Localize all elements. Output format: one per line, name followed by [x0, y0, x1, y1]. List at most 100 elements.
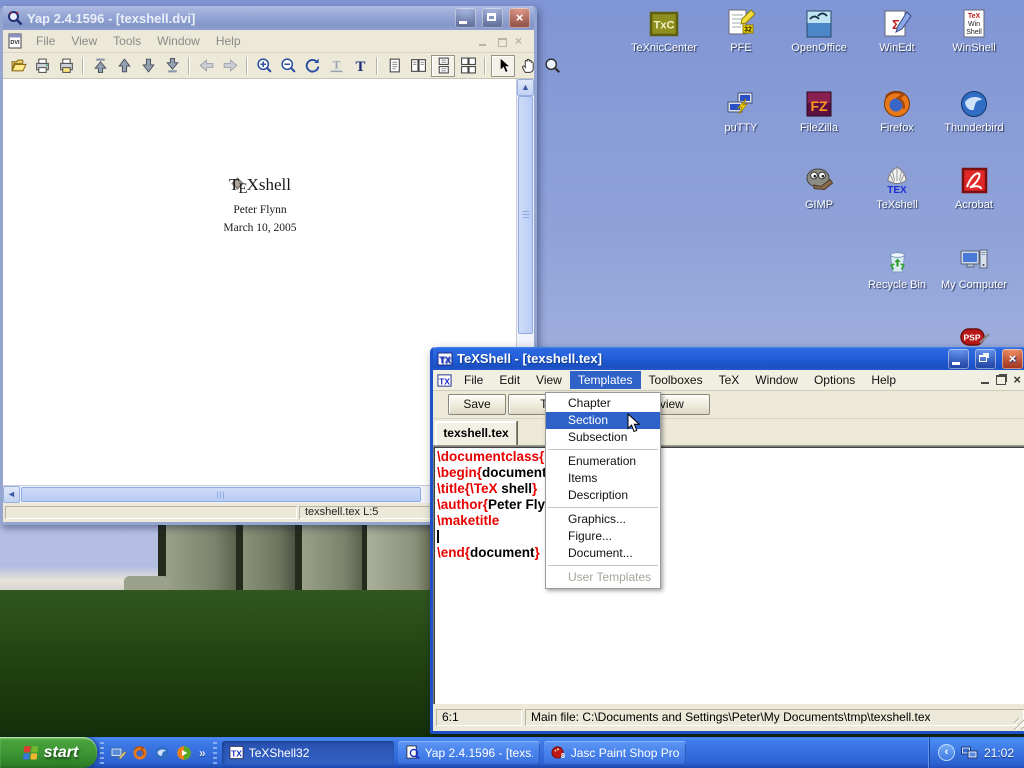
media-player-icon[interactable] — [173, 742, 195, 764]
mdi-restore-icon[interactable] — [996, 375, 1006, 385]
save-button[interactable]: Save — [448, 394, 506, 415]
network-tray-icon[interactable] — [961, 745, 978, 760]
desktop-icon-recyclebin[interactable]: Recycle Bin — [859, 245, 935, 291]
mdi-minimize-icon[interactable] — [981, 382, 989, 384]
texshell-menu-tex[interactable]: TeX — [711, 371, 748, 389]
desktop-icon-label: TeXshell — [859, 199, 935, 211]
texshell-menu-edit[interactable]: Edit — [491, 371, 528, 389]
desktop-icon-texshell[interactable]: TEXTeXshell — [859, 165, 935, 211]
menu-item-enumeration[interactable]: Enumeration — [546, 453, 660, 470]
mdi-restore-icon[interactable] — [496, 36, 509, 47]
menu-item-chapter[interactable]: Chapter — [546, 395, 660, 412]
texshell-doc-icon[interactable]: TX — [437, 373, 452, 387]
quicklaunch-overflow-chevron[interactable]: » — [195, 746, 210, 760]
forward-icon[interactable] — [219, 55, 241, 77]
desktop-icon-thunderbird[interactable]: Thunderbird — [936, 88, 1012, 134]
desktop-icon-winshell[interactable]: TeXWinShellWinShell — [936, 8, 1012, 54]
taskband-handle[interactable] — [213, 742, 217, 764]
start-button[interactable]: start — [0, 737, 97, 768]
texshell-mdi-controls[interactable]: × — [981, 373, 1024, 387]
desktop-icon-gimp[interactable]: GIMP — [781, 165, 857, 211]
menu-item-subsection[interactable]: Subsection — [546, 429, 660, 446]
scroll-left-button[interactable]: ◄ — [3, 486, 20, 503]
zoom-out-icon[interactable] — [277, 55, 299, 77]
texshell-menu-window[interactable]: Window — [747, 371, 806, 389]
thunderbird-quicklaunch-icon[interactable] — [151, 742, 173, 764]
continuous-facing-icon[interactable] — [457, 55, 479, 77]
maximize-button[interactable] — [482, 8, 503, 28]
back-icon[interactable] — [195, 55, 217, 77]
yap-mdi-controls[interactable]: × — [477, 36, 530, 47]
tab-texshell-tex[interactable]: texshell.tex — [435, 421, 517, 445]
last-page-icon[interactable] — [161, 55, 183, 77]
scrollbar-thumb[interactable] — [21, 487, 421, 502]
dvi-doc-icon[interactable]: DVI — [7, 33, 23, 49]
mdi-close-icon[interactable]: × — [515, 36, 528, 47]
first-page-icon[interactable] — [89, 55, 111, 77]
continuous-page-icon[interactable] — [431, 55, 455, 77]
desktop-icon-filezilla[interactable]: FZFileZilla — [781, 88, 857, 134]
texshell-menu-file[interactable]: File — [456, 371, 491, 389]
menu-item-description[interactable]: Description — [546, 487, 660, 504]
close-button[interactable]: × — [1002, 349, 1023, 369]
yap-menu-tools[interactable]: Tools — [106, 32, 148, 50]
minimize-button[interactable] — [948, 349, 969, 369]
facing-page-icon[interactable] — [407, 55, 429, 77]
resize-grip[interactable] — [1014, 718, 1024, 730]
yap-menu-help[interactable]: Help — [209, 32, 248, 50]
desktop-icon-texniccenter[interactable]: TxCTeXnicCenter — [626, 8, 702, 54]
texshell-menu-options[interactable]: Options — [806, 371, 863, 389]
yap-menu-file[interactable]: File — [29, 32, 62, 50]
close-button[interactable]: × — [509, 8, 530, 28]
code-segment: } — [532, 481, 537, 496]
desktop-icon-winedt[interactable]: ΣWinEdt — [859, 8, 935, 54]
taskbar-button-psp[interactable]: 8Jasc Paint Shop Pro — [544, 741, 686, 765]
magnifier-tool-icon[interactable] — [541, 55, 563, 77]
texshell-menu-view[interactable]: View — [528, 371, 570, 389]
text-mode-icon[interactable]: T — [349, 55, 371, 77]
open-icon[interactable] — [7, 55, 29, 77]
scrollbar-thumb[interactable] — [518, 96, 533, 334]
desktop-icon-acrobat[interactable]: Acrobat — [936, 165, 1012, 211]
hide-icons-chevron[interactable]: ‹ — [938, 744, 955, 761]
mdi-minimize-icon[interactable] — [477, 36, 490, 47]
texshell-editor[interactable]: \documentclass{\begin{document}\title{\T… — [433, 446, 1024, 704]
texshell-menu-help[interactable]: Help — [863, 371, 904, 389]
menu-item-section[interactable]: Section — [546, 412, 660, 429]
show-desktop-icon[interactable] — [107, 742, 129, 764]
desktop-icon-mycomputer[interactable]: My Computer — [936, 245, 1012, 291]
texshell-menu-templates[interactable]: Templates — [570, 371, 641, 389]
next-page-icon[interactable] — [137, 55, 159, 77]
yap-menu-window[interactable]: Window — [150, 32, 207, 50]
single-page-icon[interactable] — [383, 55, 405, 77]
print-icon[interactable] — [31, 55, 53, 77]
yap-menu-view[interactable]: View — [64, 32, 104, 50]
zoom-in-icon[interactable] — [253, 55, 275, 77]
texshell-titlebar[interactable]: TX TeXShell - [texshell.tex] × — [433, 347, 1024, 370]
desktop-icon-putty[interactable]: puTTY — [703, 88, 779, 134]
task-button-label: Yap 2.4.1596 - [texs... — [425, 746, 533, 760]
desktop-icon-openoffice[interactable]: OpenOffice — [781, 8, 857, 54]
yap-titlebar[interactable]: Yap 2.4.1596 - [texshell.dvi] × — [3, 6, 534, 30]
scroll-up-button[interactable]: ▲ — [517, 79, 534, 96]
menu-item-document[interactable]: Document... — [546, 545, 660, 562]
mdi-close-icon[interactable]: × — [1013, 373, 1021, 387]
quicklaunch-handle[interactable] — [100, 742, 104, 764]
ruler-icon[interactable]: T — [325, 55, 347, 77]
taskbar-button-yap[interactable]: Yap 2.4.1596 - [texs... — [398, 741, 540, 765]
restore-button[interactable] — [975, 349, 996, 369]
menu-item-graphics[interactable]: Graphics... — [546, 511, 660, 528]
menu-item-items[interactable]: Items — [546, 470, 660, 487]
minimize-button[interactable] — [455, 8, 476, 28]
prev-page-icon[interactable] — [113, 55, 135, 77]
print-preview-icon[interactable] — [55, 55, 77, 77]
select-tool-icon[interactable] — [491, 55, 515, 77]
hand-tool-icon[interactable] — [517, 55, 539, 77]
refresh-icon[interactable] — [301, 55, 323, 77]
firefox-quicklaunch-icon[interactable] — [129, 742, 151, 764]
taskbar-button-texshell32[interactable]: TXTeXShell32 — [222, 741, 394, 765]
desktop-icon-pfe[interactable]: 32PFE — [703, 8, 779, 54]
menu-item-figure[interactable]: Figure... — [546, 528, 660, 545]
desktop-icon-firefox[interactable]: Firefox — [859, 88, 935, 134]
texshell-menu-toolboxes[interactable]: Toolboxes — [641, 371, 711, 389]
